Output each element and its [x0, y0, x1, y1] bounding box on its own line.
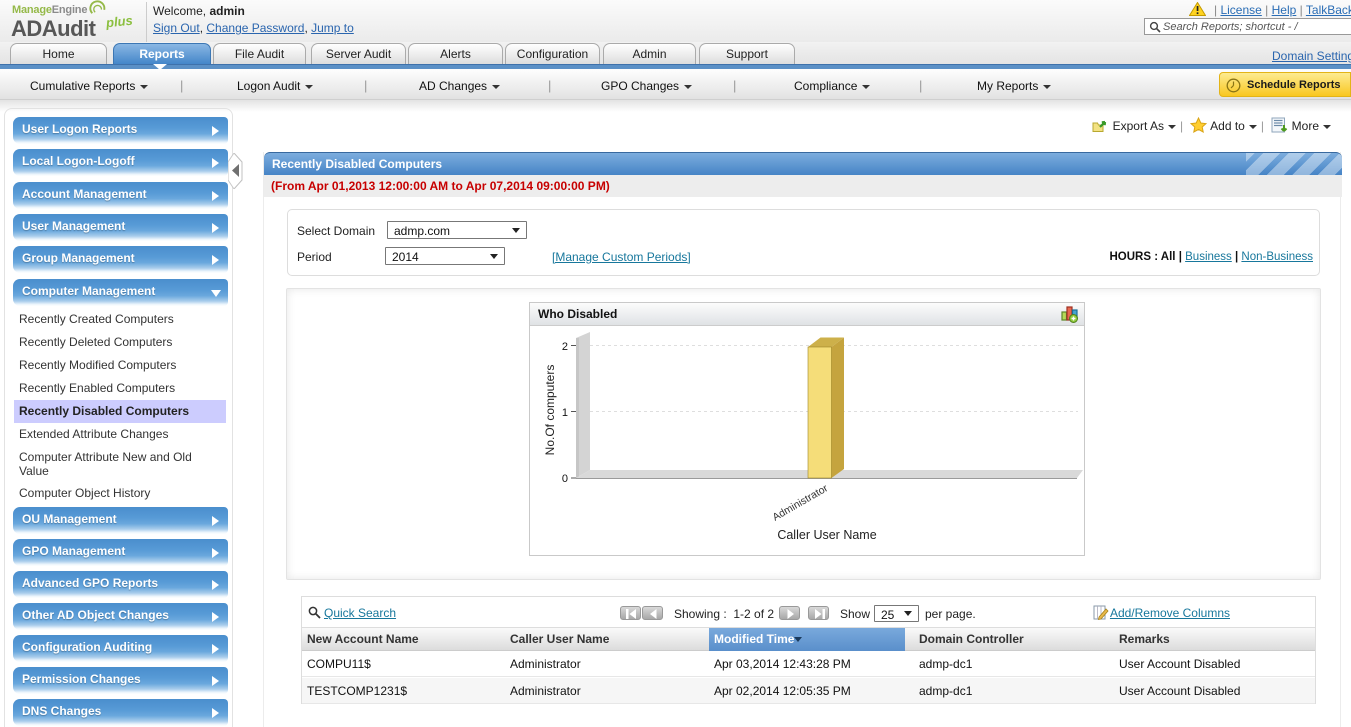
svg-text:Caller User Name: Caller User Name: [777, 528, 876, 542]
svg-text:2: 2: [562, 341, 568, 353]
svg-text:1: 1: [562, 407, 568, 419]
svg-text:0: 0: [562, 473, 568, 485]
svg-text:No.Of computers: No.Of computers: [543, 365, 557, 456]
svg-text:Administrator: Administrator: [771, 482, 831, 524]
